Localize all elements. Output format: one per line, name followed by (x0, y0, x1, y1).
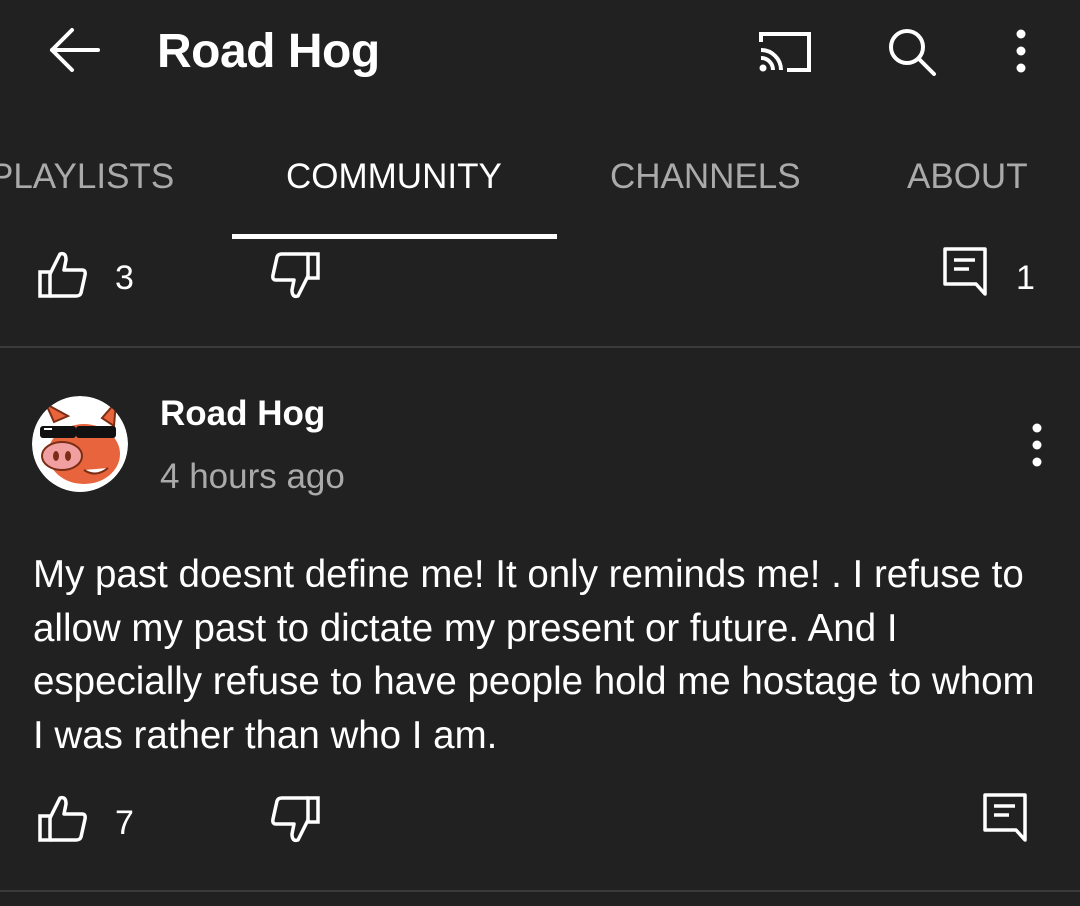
tab-about[interactable]: ABOUT (907, 156, 1028, 198)
tab-playlists[interactable]: PLAYLISTS (0, 156, 174, 198)
post-author[interactable]: Road Hog (160, 392, 325, 436)
post-text: My past doesnt define me! It only remind… (33, 553, 1035, 757)
post-timestamp: 4 hours ago (160, 457, 345, 496)
dislike-icon[interactable] (268, 248, 322, 302)
post-like-count: 7 (115, 804, 134, 842)
post-divider-bottom (0, 890, 1080, 892)
more-vert-icon[interactable] (1006, 26, 1036, 76)
tab-channels[interactable]: CHANNELS (610, 156, 801, 198)
post-like-icon[interactable] (36, 792, 90, 846)
comment-count: 1 (1016, 259, 1035, 297)
avatar[interactable] (32, 396, 128, 492)
active-tab-indicator (232, 234, 557, 239)
like-count: 3 (115, 259, 134, 297)
cast-icon[interactable] (755, 26, 815, 76)
search-icon[interactable] (884, 24, 940, 80)
like-icon[interactable] (36, 248, 90, 302)
post-comment-icon[interactable] (980, 790, 1034, 844)
comment-icon[interactable] (940, 244, 994, 298)
tab-community[interactable]: COMMUNITY (286, 156, 502, 198)
post-divider (0, 346, 1080, 348)
post-dislike-icon[interactable] (268, 792, 322, 846)
channel-title: Road Hog (157, 25, 380, 78)
back-arrow-icon[interactable] (44, 22, 106, 78)
post-more-icon[interactable] (1022, 420, 1052, 470)
